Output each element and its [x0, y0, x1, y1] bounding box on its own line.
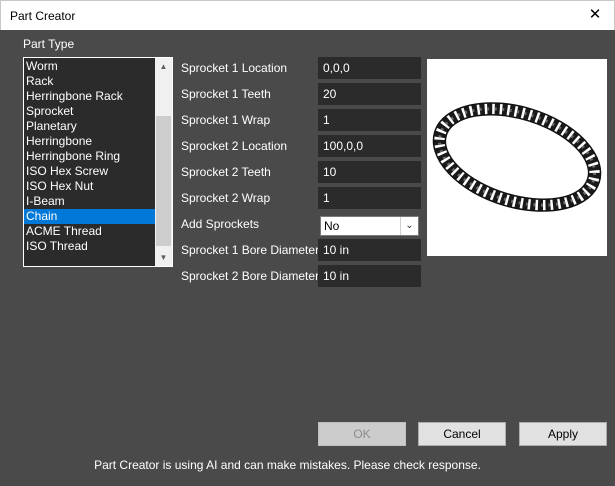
part-type-items: Worm Rack Herringbone Rack Sprocket Planetar…	[24, 59, 155, 254]
add-sprockets-label: Add Sprockets	[181, 217, 260, 231]
sprocket2-bore-field[interactable]: 10 in	[318, 265, 421, 287]
list-item[interactable]: Herringbone Ring	[24, 149, 155, 164]
part-type-label: Part Type	[23, 37, 75, 51]
list-item[interactable]: Rack	[24, 74, 155, 89]
sprocket2-location-field[interactable]: 100,0,0	[318, 135, 421, 157]
list-item[interactable]: ISO Hex Screw	[24, 164, 155, 179]
sprocket2-bore-label: Sprocket 2 Bore Diameter	[181, 269, 320, 283]
scroll-thumb[interactable]	[156, 116, 171, 246]
part-type-list[interactable]: Worm Rack Herringbone Rack Sprocket Planetar…	[23, 57, 173, 267]
chain-preview-image	[432, 102, 602, 212]
sprocket1-teeth-field[interactable]: 20	[318, 83, 421, 105]
list-item[interactable]: Worm	[24, 59, 155, 74]
arrow-up-icon[interactable]: ▲	[155, 58, 172, 75]
sprocket2-location-label: Sprocket 2 Location	[181, 139, 288, 153]
sprocket1-wrap-field[interactable]: 1	[318, 109, 421, 131]
list-item[interactable]: Sprocket	[24, 104, 155, 119]
part-preview	[427, 59, 607, 256]
ok-button[interactable]: OK	[318, 422, 406, 446]
sprocket2-wrap-field[interactable]: 1	[318, 187, 421, 209]
sprocket1-bore-label: Sprocket 1 Bore Diameter	[181, 243, 320, 257]
list-item[interactable]: ACME Thread	[24, 224, 155, 239]
arrow-down-icon[interactable]: ▼	[155, 249, 172, 266]
window-title: Part Creator	[10, 9, 76, 23]
ai-disclaimer: Part Creator is using AI and can make mi…	[94, 458, 481, 472]
list-item[interactable]: I-Beam	[24, 194, 155, 209]
sprocket2-teeth-label: Sprocket 2 Teeth	[181, 165, 271, 179]
sprocket1-location-field[interactable]: 0,0,0	[318, 57, 421, 79]
close-icon[interactable]: ✕	[584, 5, 606, 25]
list-item[interactable]: Planetary	[24, 119, 155, 134]
list-scrollbar[interactable]: ▲ ▼	[155, 58, 172, 266]
title-bar: Part Creator ✕	[0, 0, 615, 30]
list-item[interactable]: Chain	[24, 209, 155, 224]
sprocket2-wrap-label: Sprocket 2 Wrap	[181, 191, 271, 205]
cancel-button[interactable]: Cancel	[418, 422, 506, 446]
list-item[interactable]: Herringbone	[24, 134, 155, 149]
add-sprockets-dropdown[interactable]: No ⌄	[320, 216, 419, 236]
add-sprockets-value: No	[324, 219, 340, 233]
sprocket1-location-label: Sprocket 1 Location	[181, 61, 288, 75]
chevron-down-icon[interactable]: ⌄	[400, 217, 418, 235]
sprocket1-teeth-label: Sprocket 1 Teeth	[181, 87, 271, 101]
apply-button[interactable]: Apply	[519, 422, 607, 446]
list-item[interactable]: Herringbone Rack	[24, 89, 155, 104]
sprocket2-teeth-field[interactable]: 10	[318, 161, 421, 183]
list-item[interactable]: ISO Thread	[24, 239, 155, 254]
list-item[interactable]: ISO Hex Nut	[24, 179, 155, 194]
sprocket1-wrap-label: Sprocket 1 Wrap	[181, 113, 271, 127]
sprocket1-bore-field[interactable]: 10 in	[318, 239, 421, 261]
